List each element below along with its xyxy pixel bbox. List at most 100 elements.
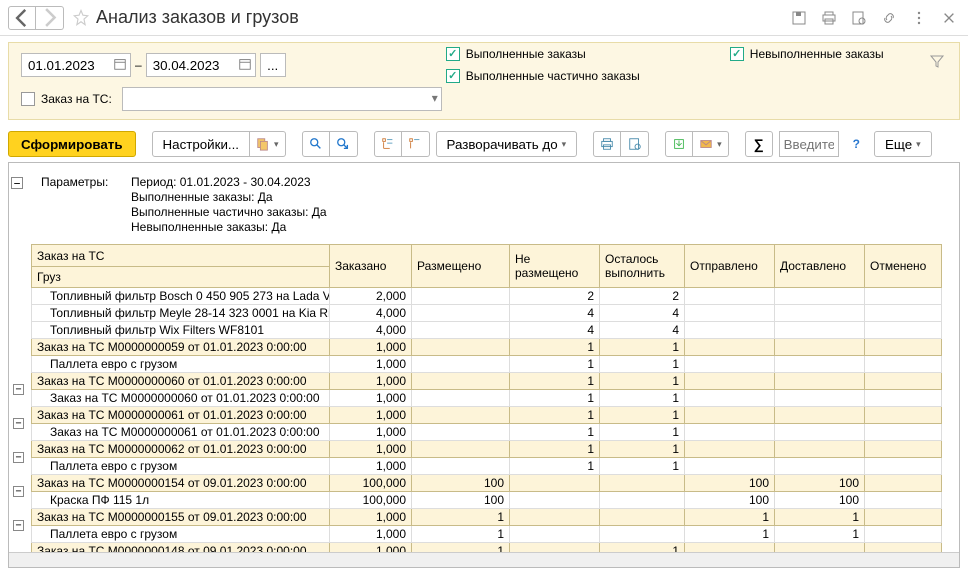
help-button[interactable]: ? (849, 137, 864, 151)
find-button[interactable] (302, 131, 330, 157)
checkbox-icon (446, 69, 460, 83)
cell-cancelled (865, 322, 942, 339)
more-icon[interactable] (908, 7, 930, 29)
cell-not_placed: 1 (510, 356, 600, 373)
cell-not_placed: 2 (510, 288, 600, 305)
cell-name: Заказ на ТС М0000000059 от 01.01.2023 0:… (32, 339, 330, 356)
group-row[interactable]: Заказ на ТС М0000000062 от 01.01.2023 0:… (32, 441, 942, 458)
cell-sent: 1 (685, 509, 775, 526)
report-scroll[interactable]: − Параметры:Период: 01.01.2023 - 30.04.2… (9, 163, 959, 553)
cell-ordered: 2,000 (330, 288, 412, 305)
print-button[interactable] (593, 131, 621, 157)
params-partial: Выполненные частично заказы: Да (131, 205, 327, 219)
horizontal-scrollbar[interactable] (9, 552, 959, 567)
send-button[interactable]: ▾ (693, 131, 729, 157)
toolbar-search-input[interactable] (779, 131, 839, 157)
close-icon[interactable] (938, 7, 960, 29)
more-button[interactable]: Еще▾ (874, 131, 932, 157)
data-row[interactable]: Паллета евро с грузом1,00011 (32, 458, 942, 475)
cell-ordered: 1,000 (330, 356, 412, 373)
settings-button[interactable]: Настройки... (152, 131, 250, 157)
cell-sent (685, 288, 775, 305)
filter-icon[interactable] (929, 53, 945, 69)
cell-sent (685, 424, 775, 441)
cell-not_placed: 4 (510, 305, 600, 322)
group-row[interactable]: Заказ на ТС М0000000154 от 09.01.2023 0:… (32, 475, 942, 492)
group-row[interactable]: Заказ на ТС М0000000060 от 01.01.2023 0:… (32, 373, 942, 390)
params-block: Параметры:Период: 01.01.2023 - 30.04.202… (41, 175, 959, 234)
data-row[interactable]: Краска ПФ 115 1л100,000100100100 (32, 492, 942, 509)
cell-cancelled (865, 475, 942, 492)
cell-cancelled (865, 407, 942, 424)
data-row[interactable]: Заказ на ТС М0000000060 от 01.01.2023 0:… (32, 390, 942, 407)
period-picker-button[interactable]: ... (260, 53, 286, 77)
cell-ordered: 1,000 (330, 441, 412, 458)
col-not-placed: Не размещено (510, 245, 600, 288)
nav-back-button[interactable] (8, 6, 36, 30)
nav-forward-button[interactable] (36, 6, 64, 30)
data-row[interactable]: Заказ на ТС М0000000061 от 01.01.2023 0:… (32, 424, 942, 441)
cell-cancelled (865, 458, 942, 475)
form-button[interactable]: Сформировать (8, 131, 136, 157)
calendar-icon[interactable] (112, 56, 128, 72)
cell-delivered (775, 458, 865, 475)
check-undone[interactable]: Невыполненные заказы (730, 47, 884, 61)
cell-not_placed: 1 (510, 373, 600, 390)
star-icon[interactable] (70, 7, 92, 29)
cell-cancelled (865, 492, 942, 509)
calendar-icon[interactable] (237, 56, 253, 72)
save-icon[interactable] (788, 7, 810, 29)
cell-placed (412, 458, 510, 475)
cell-sent (685, 407, 775, 424)
collapse-all-toggle[interactable]: − (11, 177, 23, 189)
cell-remaining: 1 (600, 339, 685, 356)
cell-ordered: 4,000 (330, 305, 412, 322)
cell-name: Заказ на ТС М0000000060 от 01.01.2023 0:… (32, 373, 330, 390)
tree-toggle[interactable]: − (13, 486, 24, 497)
cell-name: Паллета евро с грузом (32, 356, 330, 373)
find-next-button[interactable] (330, 131, 358, 157)
expand-to-button[interactable]: Разворачивать до▾ (436, 131, 578, 157)
expand-button[interactable] (374, 131, 402, 157)
dropdown-icon[interactable]: ▾ (432, 91, 438, 105)
report-area: − Параметры:Период: 01.01.2023 - 30.04.2… (8, 162, 960, 568)
tree-toggle[interactable]: − (13, 418, 24, 429)
check-area: Выполненные заказы Выполненные частично … (446, 47, 884, 83)
order-filter-checkbox[interactable] (21, 92, 35, 106)
group-row[interactable]: Заказ на ТС М0000000061 от 01.01.2023 0:… (32, 407, 942, 424)
tree-toggle[interactable]: − (13, 384, 24, 395)
col-placed: Размещено (412, 245, 510, 288)
sum-button[interactable]: ∑ (745, 131, 773, 157)
preview-icon[interactable] (848, 7, 870, 29)
cell-not_placed: 1 (510, 407, 600, 424)
link-icon[interactable] (878, 7, 900, 29)
save-button[interactable] (665, 131, 693, 157)
print-icon[interactable] (818, 7, 840, 29)
data-row[interactable]: Топливный фильтр Meyle 28-14 323 0001 на… (32, 305, 942, 322)
collapse-button[interactable] (402, 131, 430, 157)
cell-sent (685, 458, 775, 475)
check-partial[interactable]: Выполненные частично заказы (446, 69, 640, 83)
cell-delivered (775, 288, 865, 305)
data-row[interactable]: Топливный фильтр Bosch 0 450 905 273 на … (32, 288, 942, 305)
cell-remaining: 1 (600, 407, 685, 424)
tree-toggle[interactable]: − (13, 520, 24, 531)
tree-toggle[interactable]: − (13, 452, 24, 463)
settings-variants-button[interactable]: ▾ (250, 131, 286, 157)
cell-sent (685, 373, 775, 390)
data-row[interactable]: Топливный фильтр Wix Filters WF81014,000… (32, 322, 942, 339)
order-filter-input[interactable] (122, 87, 442, 111)
cell-delivered: 1 (775, 509, 865, 526)
cell-delivered: 100 (775, 492, 865, 509)
cell-name: Заказ на ТС М0000000061 от 01.01.2023 0:… (32, 424, 330, 441)
data-row[interactable]: Паллета евро с грузом1,00011 (32, 356, 942, 373)
group-row[interactable]: Заказ на ТС М0000000155 от 09.01.2023 0:… (32, 509, 942, 526)
data-row[interactable]: Паллета евро с грузом1,000111 (32, 526, 942, 543)
check-done[interactable]: Выполненные заказы (446, 47, 640, 61)
group-row[interactable]: Заказ на ТС М0000000059 от 01.01.2023 0:… (32, 339, 942, 356)
dash: – (135, 58, 142, 72)
cell-placed: 1 (412, 526, 510, 543)
check-label: Выполненные частично заказы (466, 69, 640, 83)
cell-remaining (600, 526, 685, 543)
print-preview-button[interactable] (621, 131, 649, 157)
